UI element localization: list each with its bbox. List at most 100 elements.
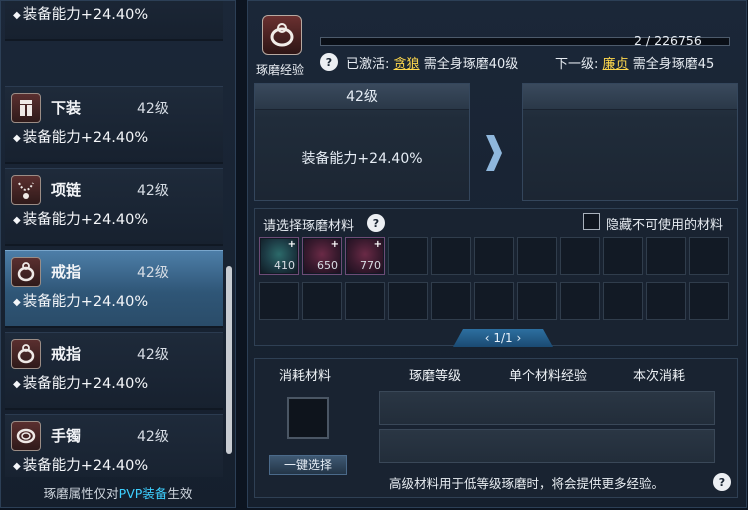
material-slot[interactable] [431, 237, 471, 275]
diamond-bullet-icon: ◆ [13, 461, 21, 472]
equipment-list-item[interactable]: 项链 42级 ◆ 装备能力+24.40% [5, 168, 223, 246]
material-panel: 请选择琢磨材料 ? 隐藏不可使用的材料 +410 +650 +770 ‹ 1/1 › [254, 208, 738, 347]
add-icon: + [287, 239, 296, 250]
item-attr: ◆ 装备能力+24.40% [13, 372, 148, 393]
item-name: 戒指 [51, 345, 82, 363]
material-slot[interactable] [474, 282, 514, 320]
item-attr-text: 装备能力+24.40% [22, 212, 149, 228]
activated-requirement: 需全身琢磨40级 [423, 57, 519, 72]
arrow-right-icon [486, 135, 502, 171]
activated-line: 已激活: 贪狼 需全身琢磨40级 [346, 53, 518, 72]
col-unit-exp: 单个材料经验 [509, 369, 588, 384]
material-slot[interactable] [689, 237, 729, 275]
item-name: 手镯 [51, 427, 82, 445]
add-icon: + [330, 239, 339, 250]
pvp-note-suffix: 生效 [167, 486, 193, 501]
list-scrollbar[interactable] [226, 266, 232, 454]
item-attr-text: 装备能力+24.40% [22, 294, 149, 310]
hide-unusable-checkbox[interactable] [583, 213, 600, 230]
material-slot[interactable] [603, 282, 643, 320]
material-slot[interactable] [388, 282, 428, 320]
consume-row-2 [379, 429, 715, 463]
diamond-bullet-icon: ◆ [13, 133, 21, 144]
next-prefix: 下一级: [555, 57, 599, 72]
ring-icon [11, 339, 41, 369]
activated-set-link[interactable]: 贪狼 [394, 57, 420, 72]
material-slot[interactable] [431, 282, 471, 320]
hide-unusable-label: 隐藏不可使用的材料 [606, 218, 724, 233]
polish-exp-label: 琢磨经验 [256, 63, 305, 77]
material-pager[interactable]: ‹ 1/1 › [453, 329, 553, 347]
item-attr-text: 装备能力+24.40% [22, 376, 149, 392]
consume-row-1 [379, 391, 715, 425]
polish-exp-ring-icon [262, 15, 302, 55]
bracelet-icon [11, 421, 41, 451]
material-title: 请选择琢磨材料 [263, 219, 355, 234]
material-slot[interactable] [259, 282, 299, 320]
help-icon[interactable]: ? [320, 53, 338, 71]
item-attr: ◆ 装备能力+24.40% [13, 126, 148, 147]
equipment-list-item[interactable]: 戒指 42级 ◆ 装备能力+24.40% [5, 332, 223, 410]
material-count: 410 [274, 259, 295, 272]
activated-prefix: 已激活: [346, 57, 390, 72]
material-slot[interactable]: +770 [345, 237, 385, 275]
consume-help-icon[interactable]: ? [713, 473, 731, 491]
current-level-box: 42级 装备能力+24.40% [254, 83, 470, 201]
material-slot[interactable] [517, 237, 557, 275]
item-attr: ◆ 装备能力+24.40% [13, 454, 148, 475]
diamond-bullet-icon: ◆ [13, 297, 21, 308]
pvp-note-prefix: 琢磨属性仅对 [43, 486, 119, 501]
material-slot[interactable]: +410 [259, 237, 299, 275]
material-slot[interactable]: +650 [302, 237, 342, 275]
material-slot[interactable] [517, 282, 557, 320]
pants-icon [11, 93, 41, 123]
item-attr: ◆ 装备能力+24.40% [13, 208, 148, 229]
material-slot[interactable] [388, 237, 428, 275]
material-help-icon[interactable]: ? [367, 214, 385, 232]
equipment-list-item[interactable]: 手镯 42级 ◆ 装备能力+24.40% [5, 414, 223, 477]
equipment-list-panel: 内衬42级◆装备能力+24.40%下装42级◆装备能力+24.40%项链42级◆… [0, 0, 236, 508]
equipment-list: 内衬42级◆装备能力+24.40%下装42级◆装备能力+24.40%项链42级◆… [1, 1, 235, 477]
material-slot[interactable] [689, 282, 729, 320]
material-count: 650 [317, 259, 338, 272]
consume-note: 高级材料用于低等级琢磨时，将会提供更多经验。 [389, 476, 665, 491]
item-attr: ◆ 装备能力+24.40% [13, 290, 148, 311]
item-level: 42级 [137, 101, 169, 117]
item-name: 下装 [51, 99, 82, 117]
consume-panel: 消耗材料 琢磨等级 单个材料经验 本次消耗 一键选择 高级材料用于低等级琢磨时，… [254, 358, 738, 498]
material-slot[interactable] [646, 282, 686, 320]
diamond-bullet-icon: ◆ [13, 379, 21, 390]
material-count: 770 [360, 259, 381, 272]
col-consume-material: 消耗材料 [279, 369, 332, 384]
item-level: 42级 [137, 347, 169, 363]
item-attr-text: 装备能力+24.40% [22, 458, 149, 474]
current-level-title: 42级 [255, 84, 469, 110]
material-slot[interactable] [560, 282, 600, 320]
ring-icon [11, 257, 41, 287]
material-slot[interactable] [603, 237, 643, 275]
pvp-note-highlight: PVP装备 [118, 486, 168, 501]
item-level: 42级 [137, 183, 169, 199]
next-level-box [522, 83, 738, 201]
next-set-link[interactable]: 廉贞 [603, 57, 629, 72]
diamond-bullet-icon: ◆ [13, 10, 21, 21]
one-key-select-button[interactable]: 一键选择 [269, 455, 347, 475]
material-slot[interactable] [474, 237, 514, 275]
item-attr: ◆ 装备能力+24.40% [13, 3, 148, 24]
item-attr-text: 装备能力+24.40% [22, 7, 149, 23]
equipment-list-item[interactable]: 下装 42级 ◆ 装备能力+24.40% [5, 86, 223, 164]
equipment-list-item[interactable]: 戒指 42级 ◆ 装备能力+24.40% [5, 250, 223, 328]
material-slot[interactable] [345, 282, 385, 320]
necklace-icon [11, 175, 41, 205]
material-slot[interactable] [560, 237, 600, 275]
col-current-cost: 本次消耗 [633, 369, 686, 384]
pager-value: 1/1 [493, 331, 513, 345]
pvp-note: 琢磨属性仅对PVP装备生效 [1, 483, 235, 502]
item-level: 42级 [137, 265, 169, 281]
diamond-bullet-icon: ◆ [13, 215, 21, 226]
col-polish-level: 琢磨等级 [409, 369, 462, 384]
equipment-list-item[interactable]: 内衬42级◆装备能力+24.40% [5, 1, 223, 41]
consume-slot[interactable] [287, 397, 329, 439]
material-slot[interactable] [646, 237, 686, 275]
material-slot[interactable] [302, 282, 342, 320]
